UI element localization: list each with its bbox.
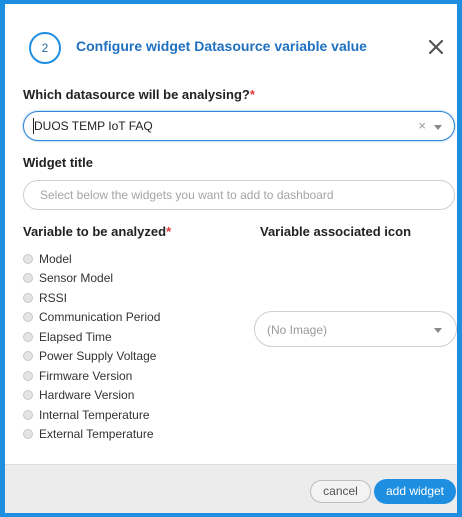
clear-icon[interactable]: ×	[418, 118, 426, 133]
radio-button[interactable]	[23, 292, 33, 303]
dialog-title: Configure widget Datasource variable val…	[76, 38, 367, 54]
widget-title-input[interactable]	[23, 180, 455, 210]
variable-option-label: External Temperature	[39, 427, 154, 442]
chevron-down-icon[interactable]	[434, 328, 442, 333]
close-icon[interactable]	[425, 36, 447, 58]
close-icon-glyph	[428, 39, 444, 55]
radio-button[interactable]	[23, 312, 33, 323]
radio-button[interactable]	[23, 351, 33, 362]
radio-button[interactable]	[23, 409, 33, 420]
variable-option[interactable]: Elapsed Time	[23, 327, 160, 347]
radio-button[interactable]	[23, 331, 33, 342]
variable-label-text: Variable to be analyzed	[23, 224, 167, 239]
step-number-badge: 2	[29, 32, 61, 64]
required-mark: *	[166, 224, 172, 239]
icon-label: Variable associated icon	[260, 224, 412, 239]
add-widget-button[interactable]: add widget	[374, 479, 456, 504]
configure-widget-dialog: 2 Configure widget Datasource variable v…	[5, 4, 457, 513]
variable-label: Variable to be analyzed*	[23, 224, 171, 239]
cancel-button[interactable]: cancel	[310, 480, 371, 503]
chevron-down-icon[interactable]	[434, 125, 442, 130]
datasource-label-text: Which datasource will be analysing?	[23, 87, 250, 102]
variable-option[interactable]: Hardware Version	[23, 386, 160, 406]
variable-radio-list: Model Sensor Model RSSI Communication Perio…	[23, 249, 160, 444]
radio-button[interactable]	[23, 390, 33, 401]
icon-select[interactable]: (No Image)	[254, 311, 457, 347]
variable-option-label: Internal Temperature	[39, 407, 150, 422]
variable-option-label: Sensor Model	[39, 271, 114, 286]
required-mark: *	[249, 87, 255, 102]
radio-button[interactable]	[23, 253, 33, 264]
variable-option[interactable]: Communication Period	[23, 308, 160, 328]
variable-option[interactable]: Sensor Model	[23, 269, 160, 289]
dialog-footer: cancel add widget	[5, 464, 457, 513]
variable-option-label: RSSI	[39, 290, 68, 305]
variable-option-label: Hardware Version	[39, 388, 135, 403]
variable-option[interactable]: RSSI	[23, 288, 160, 308]
variable-option-label: Model	[39, 251, 72, 266]
variable-option[interactable]: Firmware Version	[23, 366, 160, 386]
datasource-select[interactable]: DUOS TEMP IoT FAQ ×	[23, 111, 455, 141]
radio-button[interactable]	[23, 370, 33, 381]
variable-option-label: Power Supply Voltage	[39, 349, 157, 364]
variable-option[interactable]: Power Supply Voltage	[23, 347, 160, 367]
variable-option-label: Firmware Version	[39, 368, 133, 383]
variable-option[interactable]: Internal Temperature	[23, 405, 160, 425]
dialog-frame: 2 Configure widget Datasource variable v…	[0, 0, 462, 517]
datasource-selected-value: DUOS TEMP IoT FAQ	[34, 119, 153, 133]
widget-title-label: Widget title	[23, 155, 93, 170]
variable-option-label: Elapsed Time	[39, 329, 112, 344]
variable-option[interactable]: Model	[23, 249, 160, 269]
radio-button[interactable]	[23, 273, 33, 284]
text-cursor	[33, 118, 34, 134]
dialog-header: 2 Configure widget Datasource variable v…	[5, 4, 457, 76]
variable-option[interactable]: External Temperature	[23, 425, 160, 445]
variable-option-label: Communication Period	[39, 310, 161, 325]
radio-button[interactable]	[23, 429, 33, 440]
icon-select-value: (No Image)	[267, 323, 328, 337]
datasource-label: Which datasource will be analysing?*	[23, 87, 255, 102]
